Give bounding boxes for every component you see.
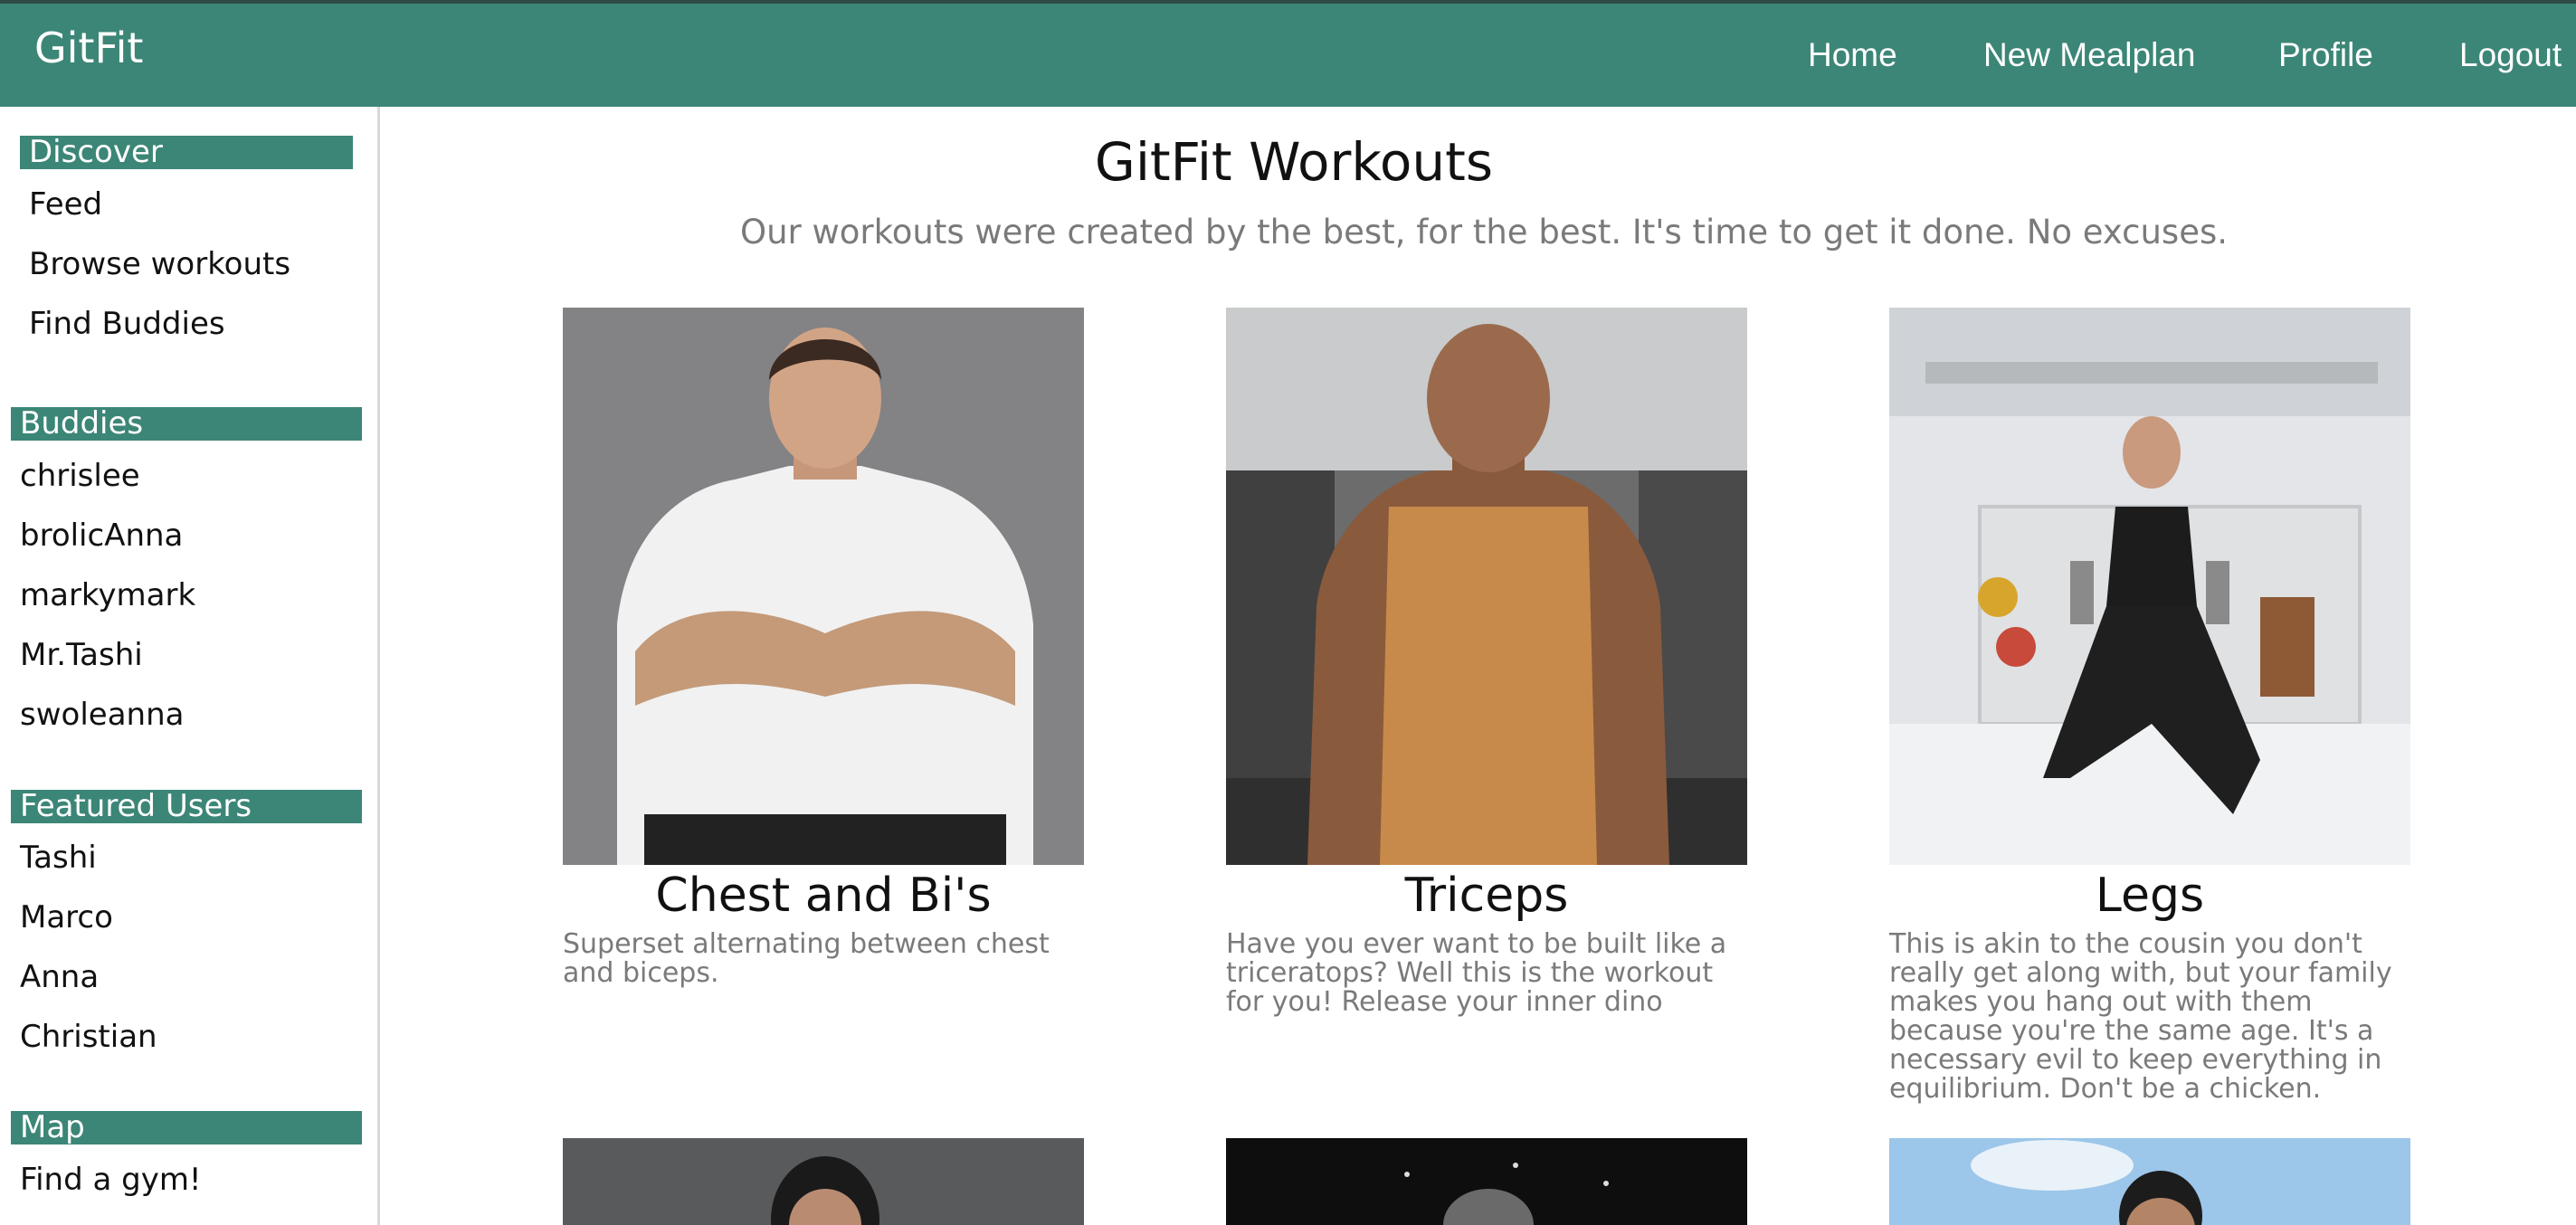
page-title: GitFit Workouts (1094, 131, 1494, 193)
workout-title[interactable]: Triceps (1226, 869, 1747, 923)
workout-image[interactable] (1226, 1138, 1747, 1225)
nav-new-mealplan-link[interactable]: New Mealplan (1983, 36, 2195, 74)
workout-image-legs[interactable] (1889, 308, 2410, 865)
sidebar-item-find-a-gym[interactable]: Find a gym! (20, 1162, 202, 1198)
nav-profile-link[interactable]: Profile (2278, 36, 2373, 74)
buddy-link[interactable]: markymark (20, 577, 195, 613)
sidebar-heading-featured-users: Featured Users (11, 790, 362, 823)
brand-logo-link[interactable]: GitFit (34, 24, 143, 72)
buddy-link[interactable]: chrislee (20, 458, 140, 494)
sidebar-heading-discover: Discover (20, 136, 353, 169)
buddy-link[interactable]: brolicAnna (20, 518, 183, 554)
workout-description: Have you ever want to be built like a tr… (1226, 928, 1727, 1018)
featured-user-link[interactable]: Christian (20, 1019, 157, 1055)
workout-image-chest-and-bis[interactable] (563, 308, 1084, 865)
nav-home-link[interactable]: Home (1808, 36, 1897, 74)
page-subtitle: Our workouts were created by the best, f… (739, 213, 2229, 252)
sidebar-heading-map: Map (11, 1111, 362, 1144)
workout-title[interactable]: Legs (1889, 869, 2410, 923)
workout-description: Superset alternating between chest and b… (563, 928, 1050, 989)
sidebar-item-find-buddies[interactable]: Find Buddies (29, 306, 225, 342)
nav-logout-link[interactable]: Logout (2459, 36, 2562, 74)
workout-description: This is akin to the cousin you don't rea… (1889, 928, 2392, 1105)
workout-image[interactable] (1889, 1138, 2410, 1225)
sidebar: Discover Feed Browse workouts Find Buddi… (0, 107, 380, 1225)
workout-image[interactable] (563, 1138, 1084, 1225)
sidebar-item-feed[interactable]: Feed (29, 186, 102, 223)
workout-title[interactable]: Chest and Bi's (563, 869, 1084, 923)
workout-image-triceps[interactable] (1226, 308, 1747, 865)
sidebar-heading-buddies: Buddies (11, 407, 362, 441)
buddy-link[interactable]: swoleanna (20, 697, 184, 733)
featured-user-link[interactable]: Tashi (20, 840, 97, 876)
sidebar-item-browse-workouts[interactable]: Browse workouts (29, 246, 290, 282)
featured-user-link[interactable]: Anna (20, 959, 99, 995)
featured-user-link[interactable]: Marco (20, 899, 113, 935)
top-navbar: GitFit Home New Mealplan Profile Logout (0, 0, 2576, 107)
buddy-link[interactable]: Mr.Tashi (20, 637, 143, 673)
